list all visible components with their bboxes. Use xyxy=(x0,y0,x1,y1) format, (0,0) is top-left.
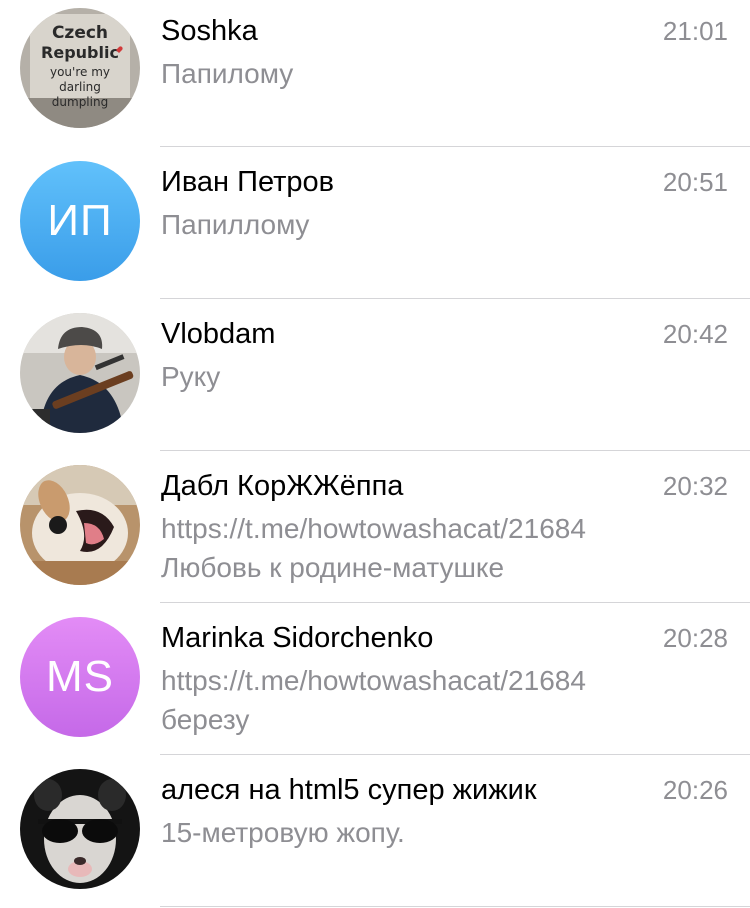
photo-text: Czech xyxy=(52,23,108,43)
chat-last-message: https://t.me/howtowashacat/21684 xyxy=(161,513,586,544)
chat-list: Czech Republic you're my darling dumplin… xyxy=(0,0,750,908)
chat-name: Дабл КорЖЖёппа xyxy=(161,470,404,502)
photo-text: dumpling xyxy=(52,95,108,109)
chat-name: Marinka Sidorchenko xyxy=(161,622,434,654)
chat-row-dabl-korzheppa[interactable]: Дабл КорЖЖёппа 20:32 https://t.me/howtow… xyxy=(0,451,750,603)
chat-last-message: Папилломy xyxy=(161,209,310,240)
chat-last-message: 15-метровую жопу. xyxy=(161,817,405,848)
czech-republic-shirt-photo: Czech Republic you're my darling dumplin… xyxy=(20,8,140,128)
photo-text: darling xyxy=(59,80,101,94)
opossum-sunglasses-photo xyxy=(20,769,140,889)
photo-text: you're my xyxy=(50,65,110,79)
row-separator xyxy=(160,906,750,907)
chat-row-ivan-petrov[interactable]: ИП Иван Петров 20:51 Папилломy xyxy=(0,147,750,299)
initials-avatar: ИП xyxy=(20,161,140,281)
initials-avatar: MS xyxy=(20,617,140,737)
chat-last-message-line2: березу xyxy=(161,704,250,735)
chat-row-soshka[interactable]: Czech Republic you're my darling dumplin… xyxy=(0,0,750,147)
chat-time: 21:01 xyxy=(662,16,728,46)
chat-last-message: Руку xyxy=(161,361,221,392)
chat-time: 20:42 xyxy=(662,319,728,349)
chat-row-alesya[interactable]: алеся на html5 супер жижик 20:26 15-метр… xyxy=(0,755,750,908)
chat-time: 20:32 xyxy=(662,471,728,501)
chat-name: алеся на html5 супер жижик xyxy=(161,774,537,806)
avatar-initials: MS xyxy=(46,652,114,701)
photo-text: Republic xyxy=(41,43,119,62)
chat-row-vlobdam[interactable]: Vlobdam 20:42 Руку xyxy=(0,299,750,451)
chat-time: 20:26 xyxy=(662,775,728,805)
chat-time: 20:51 xyxy=(662,167,728,197)
chat-last-message-line2: Любовь к родине-матушке xyxy=(161,552,505,583)
chat-last-message: https://t.me/howtowashacat/21684 xyxy=(161,665,586,696)
chat-row-marinka-sidorchenko[interactable]: MS Marinka Sidorchenko 20:28 https://t.m… xyxy=(0,603,750,755)
chat-name: Vlobdam xyxy=(161,318,276,350)
dog-photo xyxy=(20,465,140,585)
chat-time: 20:28 xyxy=(662,623,728,653)
chat-name: Soshka xyxy=(161,15,258,47)
avatar-initials: ИП xyxy=(47,196,113,245)
person-with-rifle-photo xyxy=(20,313,140,433)
chat-name: Иван Петров xyxy=(161,166,335,198)
chat-last-message: Папилому xyxy=(161,58,294,89)
